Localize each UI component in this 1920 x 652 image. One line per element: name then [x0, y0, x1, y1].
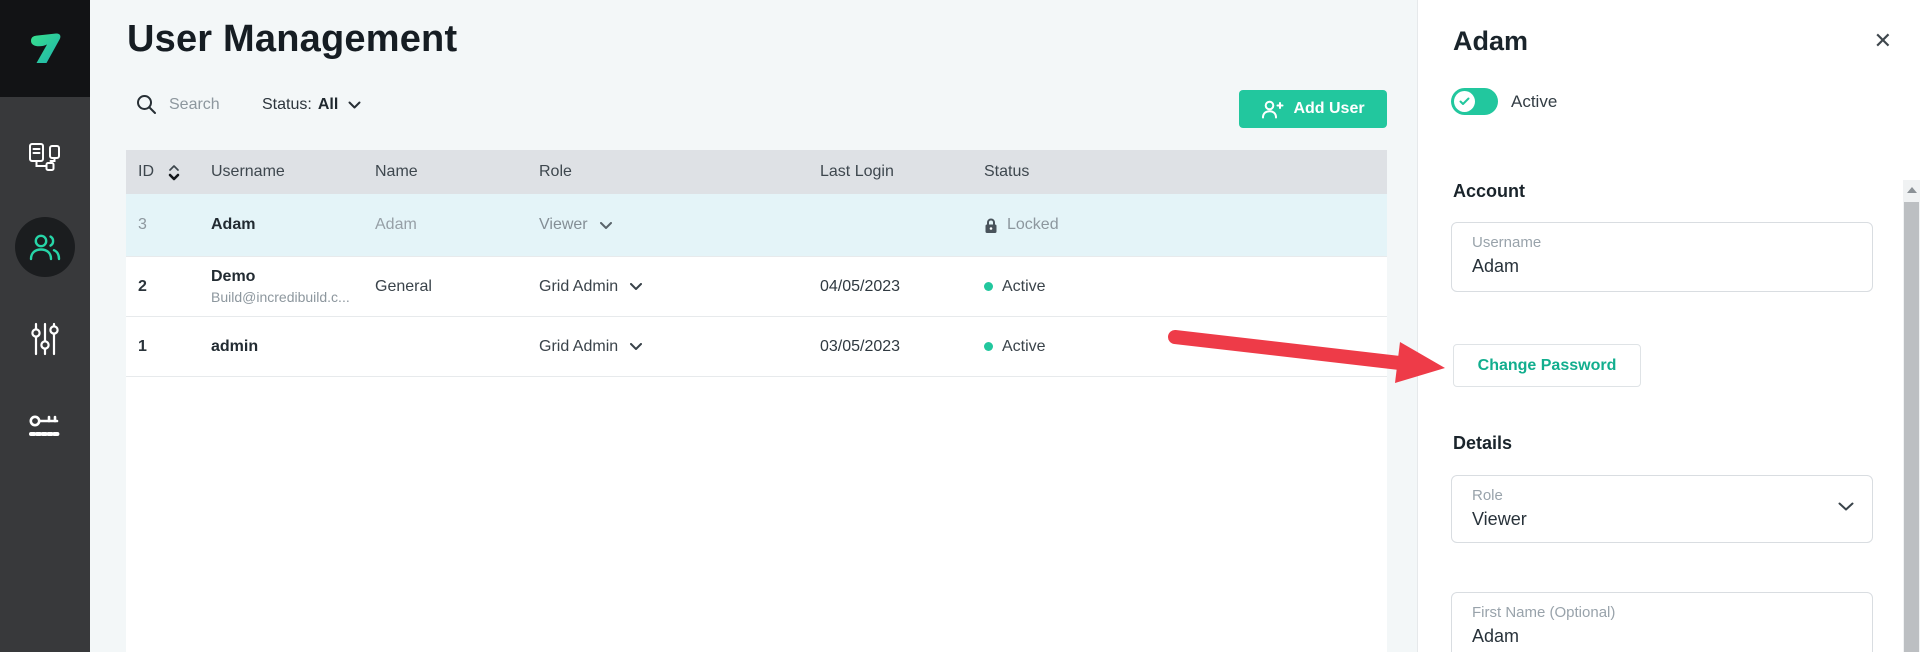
main-content: User Management Search Status: All Add U…	[90, 0, 1417, 652]
sidebar-item-machines[interactable]	[0, 137, 90, 177]
app-logo[interactable]	[0, 0, 90, 97]
column-header-id[interactable]: ID	[126, 163, 211, 181]
cell-id: 1	[126, 338, 211, 356]
add-user-button[interactable]: Add User	[1239, 90, 1387, 128]
scrollbar-up-arrow[interactable]	[1903, 180, 1920, 200]
role-select[interactable]: Role Viewer	[1451, 475, 1873, 543]
status-filter-value: All	[318, 96, 338, 114]
username-field-label: Username	[1472, 234, 1852, 251]
sidebar	[0, 0, 90, 652]
status-filter-dropdown[interactable]: Status: All	[262, 96, 361, 114]
details-section-heading: Details	[1453, 433, 1512, 454]
cell-email: Build@incredibuild.c...	[211, 289, 375, 305]
first-name-field[interactable]: First Name (Optional) Adam	[1451, 592, 1873, 652]
users-table: ID Username Name Role Last Login Status …	[126, 150, 1387, 652]
table-row-admin[interactable]: 1 admin Grid Admin 03/05/2023 Active	[126, 317, 1387, 377]
username-field[interactable]: Username Adam	[1451, 222, 1873, 292]
table-row-demo[interactable]: 2 Demo Build@incredibuild.c... General G…	[126, 257, 1387, 317]
search-input[interactable]: Search	[136, 94, 220, 115]
account-section-heading: Account	[1453, 181, 1525, 202]
cell-name: General	[375, 278, 539, 296]
toggle-knob	[1454, 91, 1475, 112]
cell-status: Active	[984, 278, 1387, 296]
cell-id: 2	[126, 278, 211, 296]
column-header-role[interactable]: Role	[539, 163, 820, 181]
username-field-value: Adam	[1472, 256, 1852, 277]
column-header-name[interactable]: Name	[375, 163, 539, 181]
check-icon	[1459, 97, 1470, 106]
sidebar-item-settings[interactable]	[0, 319, 90, 359]
cell-last-login: 03/05/2023	[820, 338, 984, 356]
cell-username: Adam	[211, 216, 375, 234]
first-name-field-label: First Name (Optional)	[1472, 604, 1852, 621]
incredibuild-logo-icon	[23, 29, 67, 69]
active-toggle-label: Active	[1511, 92, 1557, 112]
table-header-row: ID Username Name Role Last Login Status	[126, 150, 1387, 194]
active-status-dot	[984, 342, 993, 351]
role-dropdown[interactable]: Grid Admin	[539, 338, 820, 356]
sort-icon[interactable]	[168, 164, 180, 181]
role-dropdown[interactable]: Grid Admin	[539, 278, 820, 296]
user-detail-panel: Adam ✕ Active Account Username Adam Chan…	[1417, 0, 1920, 652]
chevron-down-icon	[600, 222, 612, 229]
sidebar-item-license[interactable]	[0, 407, 90, 447]
active-toggle-row: Active	[1451, 88, 1557, 115]
license-key-icon	[27, 412, 63, 442]
first-name-field-value: Adam	[1472, 626, 1852, 647]
active-nav-highlight	[15, 217, 75, 277]
active-toggle[interactable]	[1451, 88, 1498, 115]
cell-username: Demo Build@incredibuild.c...	[211, 268, 375, 305]
settings-sliders-icon	[28, 321, 62, 357]
cell-status: Locked	[984, 216, 1387, 234]
users-icon	[27, 231, 63, 263]
cell-username: admin	[211, 338, 375, 356]
chevron-down-icon	[1838, 502, 1854, 511]
scrollbar-thumb[interactable]	[1904, 202, 1919, 652]
sidebar-item-users[interactable]	[0, 217, 90, 277]
table-row-adam[interactable]: 3 Adam Adam Viewer Locked	[126, 194, 1387, 257]
chevron-down-icon	[348, 101, 361, 109]
cell-id: 3	[126, 216, 211, 234]
status-filter-label: Status:	[262, 96, 312, 114]
panel-title: Adam	[1453, 26, 1528, 57]
cell-status: Active	[984, 338, 1387, 356]
role-dropdown[interactable]: Viewer	[539, 216, 820, 234]
search-icon	[136, 94, 157, 115]
machines-network-icon	[26, 140, 64, 174]
add-user-icon	[1261, 100, 1284, 119]
role-select-value: Viewer	[1472, 509, 1852, 530]
cell-name: Adam	[375, 216, 539, 234]
change-password-button[interactable]: Change Password	[1453, 344, 1641, 387]
lock-icon	[984, 217, 998, 234]
column-header-username[interactable]: Username	[211, 163, 375, 181]
active-status-dot	[984, 282, 993, 291]
search-placeholder: Search	[169, 96, 220, 114]
column-header-status[interactable]: Status	[984, 163, 1387, 181]
close-panel-button[interactable]: ✕	[1874, 30, 1892, 52]
chevron-down-icon	[630, 343, 642, 350]
page-title: User Management	[127, 18, 457, 61]
column-header-last-login[interactable]: Last Login	[820, 163, 984, 181]
panel-scrollbar[interactable]	[1903, 180, 1920, 652]
chevron-down-icon	[630, 283, 642, 290]
cell-last-login: 04/05/2023	[820, 278, 984, 296]
add-user-label: Add User	[1293, 100, 1364, 118]
role-select-label: Role	[1472, 487, 1852, 504]
